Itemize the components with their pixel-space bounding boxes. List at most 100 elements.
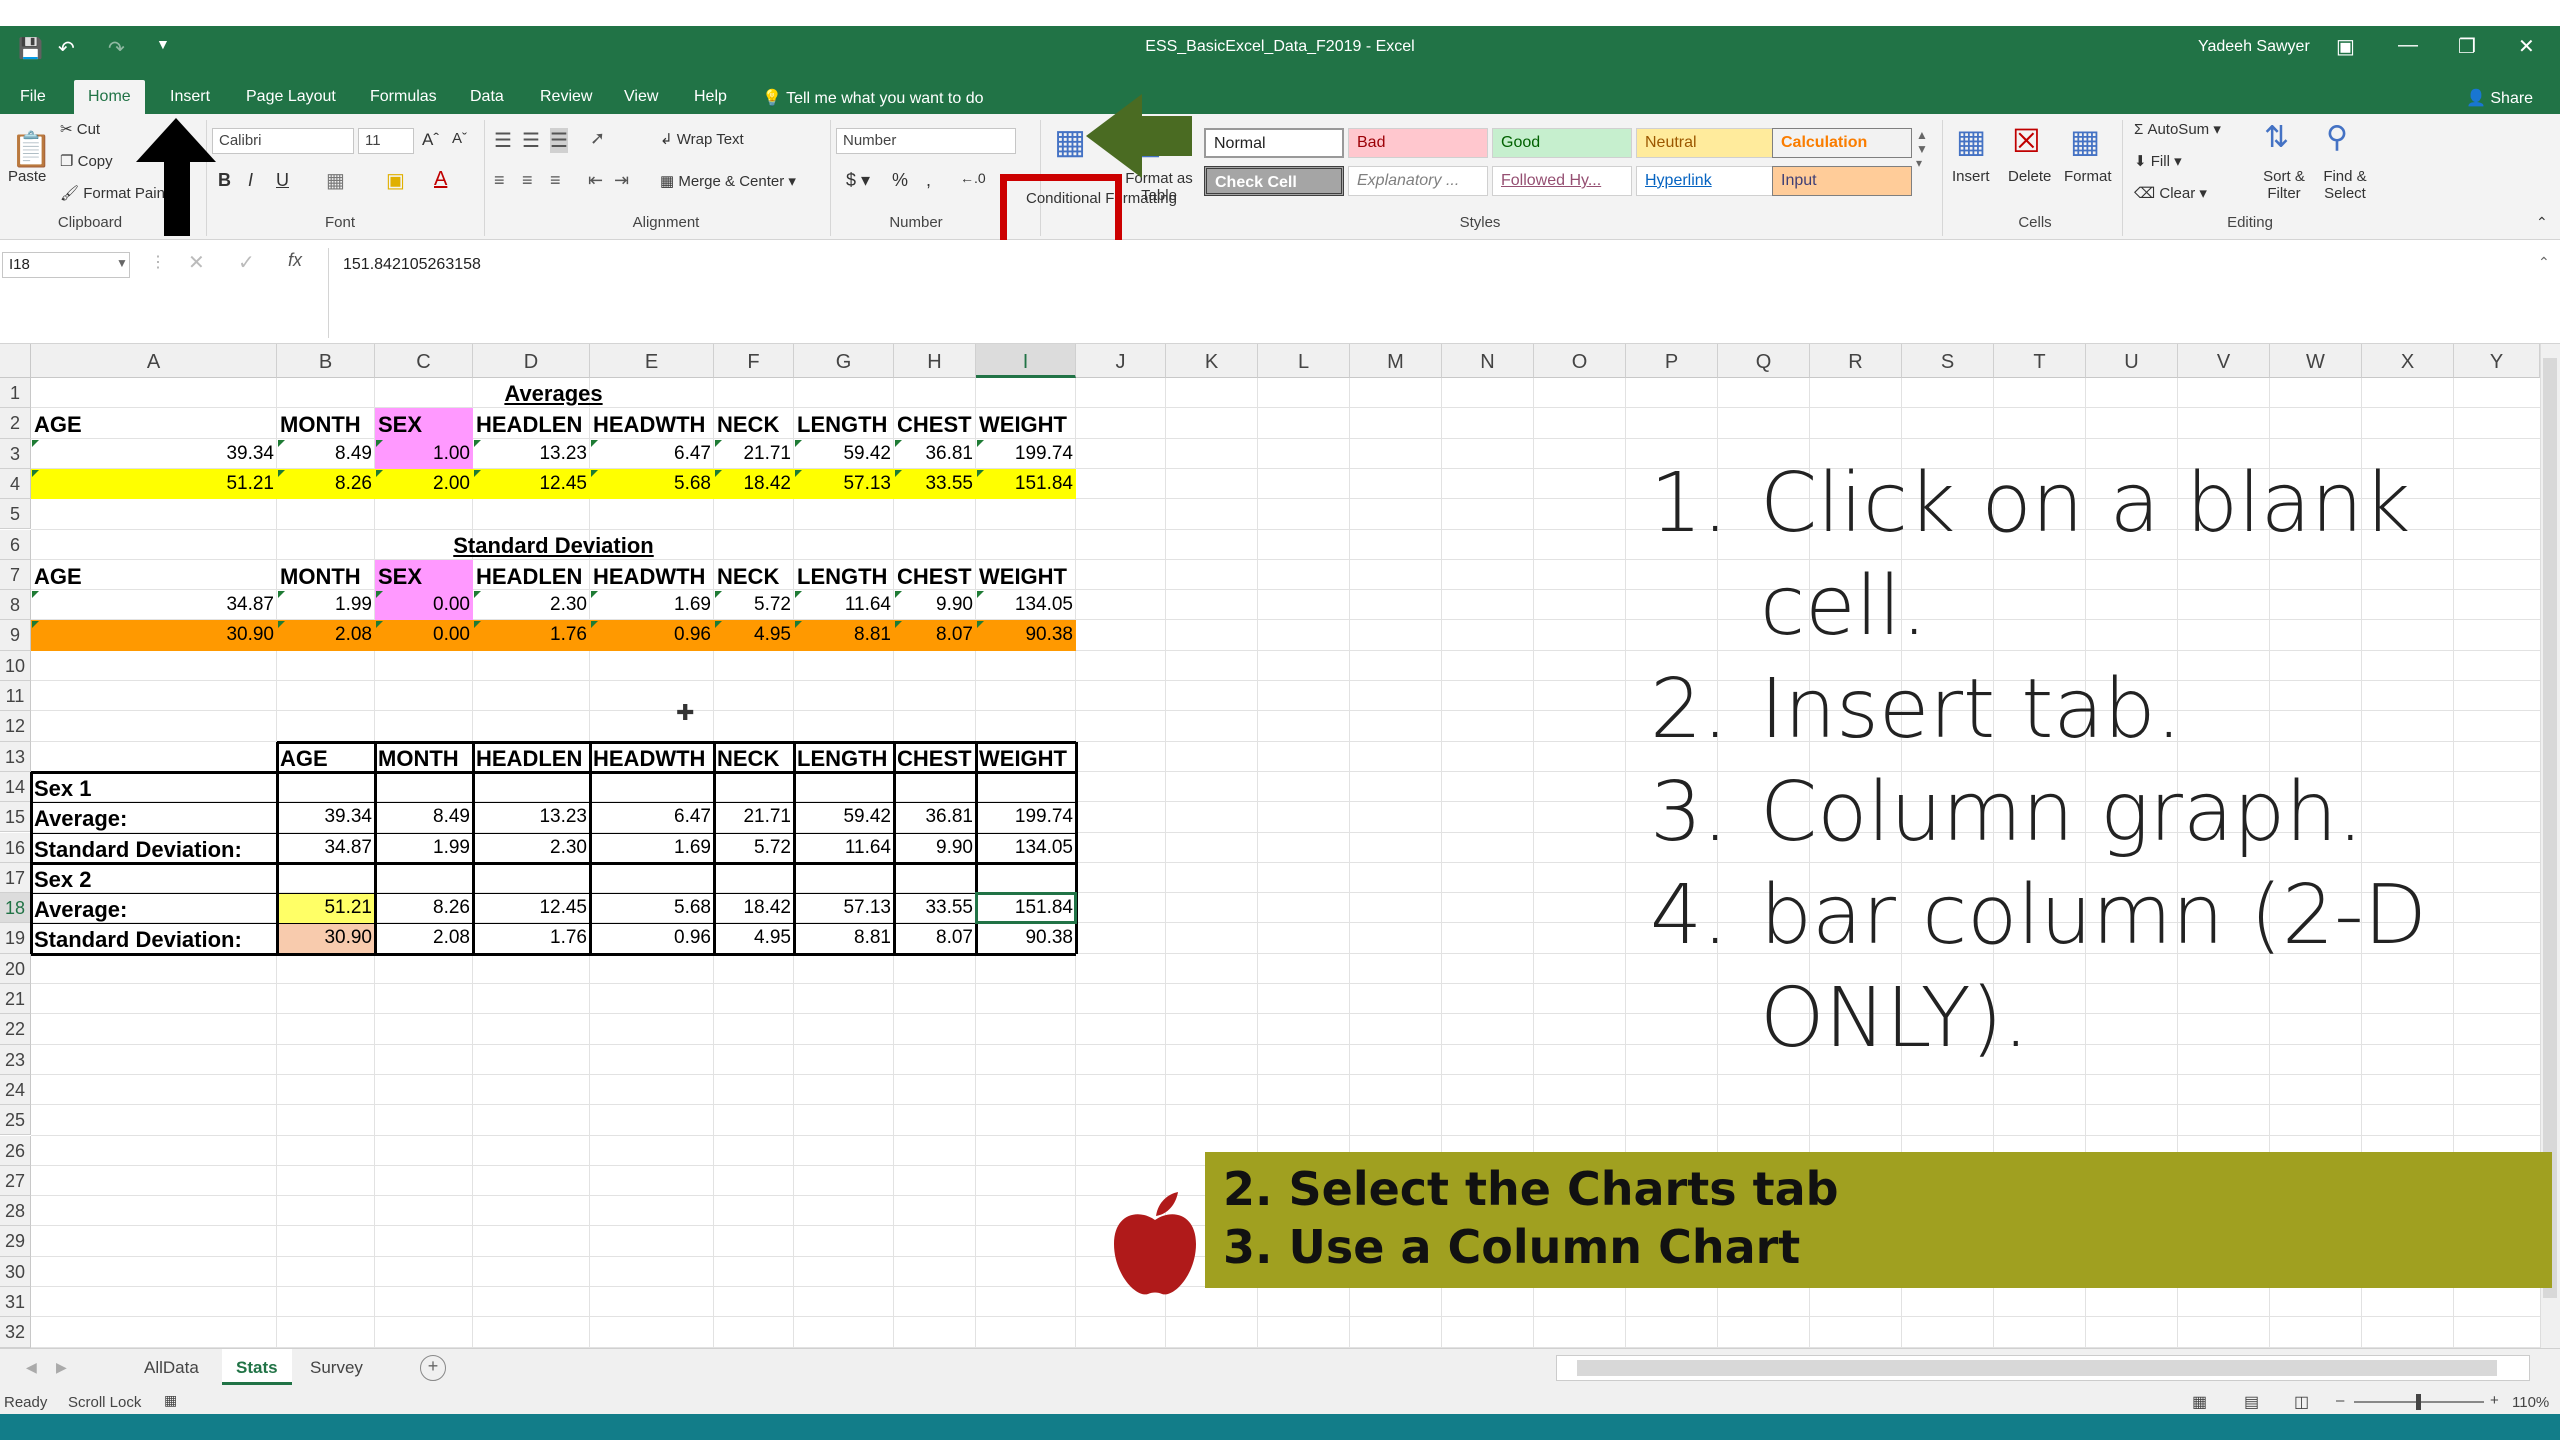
tab-review[interactable]: Review <box>526 80 606 114</box>
value-cell[interactable]: 57.13 <box>794 897 894 923</box>
value-cell[interactable]: 13.23 <box>473 443 590 469</box>
style-explanatory[interactable]: Explanatory ... <box>1348 166 1488 196</box>
format-cells-button[interactable]: Format <box>2064 168 2112 185</box>
number-format-combo[interactable]: Number <box>836 128 1016 154</box>
column-header-j[interactable]: J <box>1076 344 1166 378</box>
style-hyperlink[interactable]: Hyperlink <box>1636 166 1776 196</box>
value-cell[interactable]: 59.42 <box>794 443 894 469</box>
comma-icon[interactable]: , <box>926 170 931 191</box>
style-check-cell[interactable]: Check Cell <box>1204 166 1344 196</box>
value-cell[interactable]: 2.08 <box>375 927 473 953</box>
value-cell[interactable]: 21.71 <box>714 443 794 469</box>
align-bottom-icon[interactable]: ☰ <box>550 128 568 153</box>
borders-icon[interactable]: ▦ <box>326 168 345 193</box>
value-cell[interactable]: 9.90 <box>894 594 976 620</box>
value-cell[interactable]: 4.95 <box>714 927 794 953</box>
column-header-a[interactable]: A <box>31 344 277 378</box>
insert-cells-button[interactable]: Insert <box>1952 168 1990 185</box>
zoom-out-icon[interactable]: – <box>2336 1392 2344 1409</box>
value-cell[interactable]: 1.69 <box>590 594 714 620</box>
column-header-l[interactable]: L <box>1258 344 1350 378</box>
column-label[interactable]: CHEST <box>894 564 976 590</box>
value-cell[interactable]: 5.68 <box>590 897 714 923</box>
row-header-24[interactable]: 24 <box>0 1074 31 1106</box>
value-cell[interactable]: 1.99 <box>277 594 375 620</box>
row-header-20[interactable]: 20 <box>0 953 31 984</box>
fill-color-icon[interactable]: ▣ <box>386 168 405 193</box>
column-label[interactable]: HEADWTH <box>590 412 714 438</box>
value-cell[interactable]: 34.87 <box>31 594 277 620</box>
row-header-2[interactable]: 2 <box>0 408 31 439</box>
value-cell[interactable]: 8.26 <box>375 897 473 923</box>
horizontal-scrollbar[interactable] <box>1556 1355 2530 1381</box>
average-label[interactable]: Average: <box>31 897 277 923</box>
copy-button[interactable]: ❐ Copy <box>60 152 113 170</box>
page-break-view-icon[interactable]: ◫ <box>2294 1392 2309 1412</box>
row-header-3[interactable]: 3 <box>0 438 31 469</box>
column-label[interactable]: AGE <box>31 412 277 438</box>
std-label[interactable]: Standard Deviation: <box>31 837 277 863</box>
row-header-11[interactable]: 11 <box>0 681 31 712</box>
currency-icon[interactable]: $ ▾ <box>846 170 870 191</box>
value-cell[interactable]: 5.68 <box>590 473 714 499</box>
close-icon[interactable]: ✕ <box>2518 34 2535 59</box>
align-top-icon[interactable]: ☰ <box>494 128 512 153</box>
row-header-23[interactable]: 23 <box>0 1044 31 1075</box>
cut-button[interactable]: ✂ Cut <box>60 120 100 138</box>
value-cell[interactable]: 11.64 <box>794 594 894 620</box>
column-header-b[interactable]: B <box>277 344 375 378</box>
column-label[interactable]: WEIGHT <box>976 412 1076 438</box>
row-header-22[interactable]: 22 <box>0 1014 31 1045</box>
value-cell[interactable]: 18.42 <box>714 473 794 499</box>
next-sheet-icon[interactable]: ▶ <box>56 1359 67 1376</box>
column-label[interactable]: AGE <box>31 564 277 590</box>
row-header-25[interactable]: 25 <box>0 1105 31 1136</box>
value-cell[interactable]: 8.49 <box>277 443 375 469</box>
selected-cell-i18[interactable] <box>975 892 1077 925</box>
tab-formulas[interactable]: Formulas <box>356 80 451 114</box>
row-header-4[interactable]: 4 <box>0 468 31 500</box>
column-label[interactable]: NECK <box>714 412 794 438</box>
row-header-16[interactable]: 16 <box>0 832 31 863</box>
value-cell[interactable]: 30.90 <box>277 927 375 953</box>
table-header-cell[interactable]: WEIGHT <box>976 746 1076 772</box>
row-header-17[interactable]: 17 <box>0 862 31 894</box>
value-cell[interactable]: 39.34 <box>277 806 375 832</box>
select-all-corner[interactable] <box>0 344 31 378</box>
bold-icon[interactable]: B <box>218 170 231 191</box>
shrink-font-icon[interactable]: Aˇ <box>452 130 467 147</box>
column-header-h[interactable]: H <box>894 344 976 378</box>
row-header-27[interactable]: 27 <box>0 1165 31 1197</box>
value-cell[interactable]: 8.81 <box>794 624 894 650</box>
table-header-cell[interactable]: AGE <box>277 746 375 772</box>
sheet-tab-alldata[interactable]: AllData <box>130 1349 213 1385</box>
align-middle-icon[interactable]: ☰ <box>522 128 540 153</box>
merge-center-button[interactable]: ▦ Merge & Center ▾ <box>660 172 796 190</box>
tab-insert[interactable]: Insert <box>156 80 224 114</box>
grow-font-icon[interactable]: Aˆ <box>422 130 439 150</box>
value-cell[interactable]: 33.55 <box>894 473 976 499</box>
average-label[interactable]: Average: <box>31 806 277 832</box>
table-header-cell[interactable]: MONTH <box>375 746 473 772</box>
value-cell[interactable]: 59.42 <box>794 806 894 832</box>
align-center-icon[interactable]: ≡ <box>522 170 533 191</box>
tab-help[interactable]: Help <box>680 80 741 114</box>
value-cell[interactable]: 30.90 <box>31 624 277 650</box>
decrease-indent-icon[interactable]: ⇤ <box>588 170 603 191</box>
zoom-level[interactable]: 110% <box>2512 1394 2549 1411</box>
table-header-cell[interactable]: CHEST <box>894 746 976 772</box>
horizontal-scroll-thumb[interactable] <box>1577 1360 2497 1376</box>
minimize-icon[interactable]: — <box>2398 34 2418 57</box>
column-label[interactable]: HEADLEN <box>473 412 590 438</box>
value-cell[interactable]: 36.81 <box>894 443 976 469</box>
value-cell[interactable]: 199.74 <box>976 806 1076 832</box>
zoom-in-icon[interactable]: + <box>2490 1392 2499 1409</box>
increase-indent-icon[interactable]: ⇥ <box>614 170 629 191</box>
format-cells-icon[interactable]: ▦ <box>2070 122 2100 160</box>
value-cell[interactable]: 0.00 <box>375 594 473 620</box>
value-cell[interactable]: 9.90 <box>894 837 976 863</box>
row-header-14[interactable]: 14 <box>0 771 31 803</box>
tab-home[interactable]: Home <box>74 80 145 114</box>
add-sheet-icon[interactable]: + <box>420 1355 446 1381</box>
value-cell[interactable]: 18.42 <box>714 897 794 923</box>
